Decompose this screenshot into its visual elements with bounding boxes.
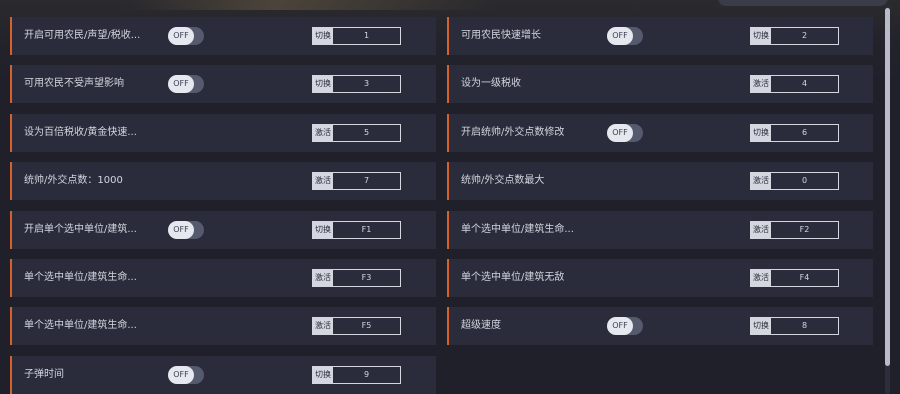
- toggle-state: OFF: [607, 27, 633, 45]
- hotkey-key: F5: [361, 321, 372, 330]
- hotkey-action-label: 切换: [313, 367, 333, 383]
- hotkey-key: 7: [363, 176, 370, 185]
- background-banner: [130, 0, 490, 10]
- toggle-state: OFF: [168, 221, 194, 239]
- cheat-row: 单个选中单位/建筑生命... 激活 F5: [10, 307, 436, 345]
- cheat-label: 统帅/外交点数最大: [461, 175, 545, 186]
- cheat-row: 统帅/外交点数最大 激活 0: [447, 162, 873, 200]
- hotkey-field[interactable]: 激活 F4: [750, 269, 839, 287]
- hotkey-field[interactable]: 切换 2: [750, 27, 839, 45]
- toggle-switch[interactable]: OFF: [607, 124, 643, 142]
- scrollbar-thumb[interactable]: [885, 8, 890, 366]
- hotkey-field[interactable]: 切换 8: [750, 317, 839, 335]
- cheat-label: 开启可用农民/声望/税收...: [24, 30, 141, 41]
- cheat-label: 单个选中单位/建筑无敌: [461, 272, 565, 283]
- hotkey-field[interactable]: 切换 3: [312, 75, 401, 93]
- hotkey-key: 1: [363, 31, 370, 40]
- hotkey-key: F3: [361, 273, 372, 282]
- cheat-row: 开启统帅/外交点数修改 OFF 切换 6: [447, 114, 873, 152]
- hotkey-action-label: 激活: [313, 318, 333, 334]
- hotkey-action-label: 激活: [313, 173, 333, 189]
- toggle-state: OFF: [607, 124, 633, 142]
- hotkey-field[interactable]: 激活 5: [312, 124, 401, 142]
- hotkey-action-label: 切换: [313, 28, 333, 44]
- hotkey-field[interactable]: 切换 9: [312, 366, 401, 384]
- hotkey-action-label: 激活: [751, 76, 771, 92]
- hotkey-action-label: 激活: [751, 222, 771, 238]
- hotkey-action-label: 激活: [751, 270, 771, 286]
- toggle-state: OFF: [607, 317, 633, 335]
- hotkey-key: 9: [363, 370, 370, 379]
- hotkey-field[interactable]: 激活 0: [750, 172, 839, 190]
- cheat-row: 单个选中单位/建筑无敌 激活 F4: [447, 259, 873, 297]
- hotkey-key: F1: [361, 225, 372, 234]
- toggle-switch[interactable]: OFF: [168, 221, 204, 239]
- toggle-switch[interactable]: OFF: [168, 75, 204, 93]
- cheat-label: 开启统帅/外交点数修改: [461, 127, 565, 138]
- hotkey-key: 8: [801, 321, 808, 330]
- toggle-switch[interactable]: OFF: [607, 317, 643, 335]
- cheat-label: 可用农民快速增长: [461, 30, 541, 41]
- hotkey-action-label: 激活: [313, 125, 333, 141]
- toggle-state: OFF: [168, 366, 194, 384]
- hotkey-field[interactable]: 激活 7: [312, 172, 401, 190]
- cheat-row: 统帅/外交点数：1000 激活 7: [10, 162, 436, 200]
- toggle-switch[interactable]: OFF: [168, 27, 204, 45]
- cheat-row: 开启可用农民/声望/税收... OFF 切换 1: [10, 17, 436, 55]
- cheat-label: 统帅/外交点数：1000: [24, 175, 123, 186]
- hotkey-key: 6: [801, 128, 808, 137]
- hotkey-action-label: 切换: [751, 28, 771, 44]
- cheat-row: 单个选中单位/建筑生命... 激活 F2: [447, 211, 873, 249]
- toggle-switch[interactable]: OFF: [607, 27, 643, 45]
- toggle-state: OFF: [168, 75, 194, 93]
- hotkey-field[interactable]: 激活 F5: [312, 317, 401, 335]
- cheat-label: 开启单个选中单位/建筑...: [24, 224, 137, 235]
- hotkey-field[interactable]: 激活 F2: [750, 221, 839, 239]
- hotkey-key: 2: [801, 31, 808, 40]
- cheat-row: 超级速度 OFF 切换 8: [447, 307, 873, 345]
- hotkey-key: 4: [801, 79, 808, 88]
- hotkey-key: 5: [363, 128, 370, 137]
- cheat-label: 可用农民不受声望影响: [24, 78, 124, 89]
- cheat-label: 超级速度: [461, 320, 501, 331]
- hotkey-field[interactable]: 切换 6: [750, 124, 839, 142]
- hotkey-action-label: 切换: [751, 318, 771, 334]
- hotkey-field[interactable]: 激活 F3: [312, 269, 401, 287]
- hotkey-action-label: 切换: [751, 125, 771, 141]
- cheat-row: 单个选中单位/建筑生命... 激活 F3: [10, 259, 436, 297]
- cheat-row: 设为百倍税收/黄金快速... 激活 5: [10, 114, 436, 152]
- cheat-label: 单个选中单位/建筑生命...: [461, 224, 574, 235]
- toggle-state: OFF: [168, 27, 194, 45]
- hotkey-action-label: 激活: [751, 173, 771, 189]
- top-panel-edge: [718, 0, 888, 6]
- cheat-label: 子弹时间: [24, 369, 64, 380]
- hotkey-key: F4: [799, 273, 810, 282]
- cheat-row: 可用农民不受声望影响 OFF 切换 3: [10, 65, 436, 103]
- hotkey-field[interactable]: 激活 4: [750, 75, 839, 93]
- toggle-switch[interactable]: OFF: [168, 366, 204, 384]
- hotkey-field[interactable]: 切换 1: [312, 27, 401, 45]
- hotkey-action-label: 切换: [313, 76, 333, 92]
- hotkey-key: 0: [801, 176, 808, 185]
- cheat-label: 设为一级税收: [461, 78, 521, 89]
- hotkey-key: F2: [799, 225, 810, 234]
- cheat-row: 设为一级税收 激活 4: [447, 65, 873, 103]
- hotkey-action-label: 激活: [313, 270, 333, 286]
- cheat-row: 可用农民快速增长 OFF 切换 2: [447, 17, 873, 55]
- cheat-label: 单个选中单位/建筑生命...: [24, 320, 137, 331]
- cheat-label: 单个选中单位/建筑生命...: [24, 272, 137, 283]
- hotkey-action-label: 切换: [313, 222, 333, 238]
- cheat-row: 子弹时间 OFF 切换 9: [10, 356, 436, 394]
- cheat-row: 开启单个选中单位/建筑... OFF 切换 F1: [10, 211, 436, 249]
- cheat-label: 设为百倍税收/黄金快速...: [24, 127, 137, 138]
- hotkey-field[interactable]: 切换 F1: [312, 221, 401, 239]
- hotkey-key: 3: [363, 79, 370, 88]
